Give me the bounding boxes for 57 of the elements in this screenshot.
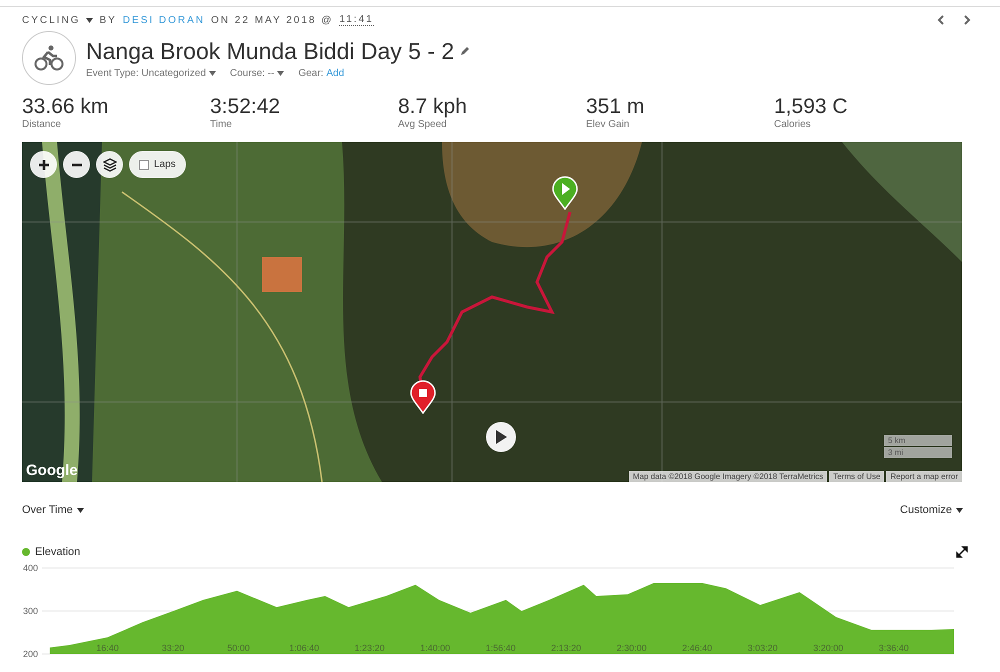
stat-value: 351 m bbox=[586, 95, 646, 119]
byline-text: BY bbox=[99, 14, 117, 26]
axis-tick-label: 300 bbox=[22, 606, 38, 616]
play-icon bbox=[495, 430, 507, 444]
gear-label: Gear: bbox=[298, 68, 324, 78]
course-dropdown[interactable]: Course: -- bbox=[230, 68, 284, 78]
map-link[interactable]: Terms of Use bbox=[829, 471, 884, 482]
axis-tick-label: 2:46:40 bbox=[682, 643, 712, 653]
plus-icon bbox=[38, 158, 50, 170]
activity-type: CYCLING bbox=[22, 14, 80, 26]
axis-tick-label: 200 bbox=[22, 649, 38, 659]
axis-tick-label: 1:06:40 bbox=[289, 643, 320, 653]
stat-value: 3:52:42 bbox=[210, 95, 282, 119]
over-time-dropdown[interactable]: Over Time bbox=[22, 504, 84, 516]
axis-tick-label: 33:20 bbox=[162, 643, 184, 653]
expand-icon[interactable] bbox=[956, 546, 968, 558]
axis-tick-label: 2:13:20 bbox=[551, 643, 582, 653]
layers-icon bbox=[102, 158, 116, 172]
activity-title: Nanga Brook Munda Biddi Day 5 - 2 bbox=[86, 38, 454, 64]
stat-value: 33.66 km bbox=[22, 95, 110, 119]
scale-label: 3 mi bbox=[884, 447, 952, 458]
time-text: 11:41 bbox=[339, 14, 374, 26]
caret-icon bbox=[277, 70, 284, 76]
caret-icon bbox=[956, 508, 963, 512]
caret-icon bbox=[86, 18, 94, 22]
stat-value: 8.7 kph bbox=[398, 95, 468, 119]
author-link[interactable]: DESI DORAN bbox=[122, 14, 206, 26]
stat-value: 1,593 C bbox=[774, 95, 849, 119]
axis-tick-label: 3:20:00 bbox=[813, 643, 844, 653]
customize-dropdown[interactable]: Customize bbox=[900, 504, 963, 516]
axis-tick-label: 3:36:40 bbox=[878, 643, 909, 653]
byline-text: ON 22 MAY 2018 @ bbox=[211, 14, 334, 26]
stat-label: Calories bbox=[774, 119, 812, 130]
axis-tick-label: 3:03:20 bbox=[748, 643, 778, 653]
stat-label: Time bbox=[210, 119, 233, 130]
axis-tick-label: 400 bbox=[22, 563, 38, 573]
caret-icon bbox=[76, 508, 84, 512]
axis-tick-label: 50:00 bbox=[227, 643, 250, 653]
caret-icon bbox=[208, 70, 216, 76]
event-type-dropdown[interactable]: Event Type: Uncategorized bbox=[86, 68, 216, 78]
map-logo: Google bbox=[26, 462, 78, 479]
add-gear-link[interactable]: Add bbox=[326, 68, 344, 78]
cyclist-icon bbox=[22, 31, 76, 85]
stat-label: Avg Speed bbox=[398, 119, 448, 130]
laps-checkbox[interactable]: Laps bbox=[129, 151, 186, 178]
axis-tick-label: 2:30:00 bbox=[616, 643, 647, 653]
axis-tick-label: 1:56:40 bbox=[486, 643, 516, 653]
axis-tick-label: 1:40:00 bbox=[420, 643, 450, 653]
pencil-icon[interactable] bbox=[460, 46, 470, 56]
scale-label: 5 km bbox=[884, 435, 952, 446]
axis-tick-label: 16:40 bbox=[96, 643, 119, 653]
axis-tick-label: 1:23:20 bbox=[354, 643, 385, 653]
stat-label: Distance bbox=[22, 119, 62, 130]
stat-label: Elev Gain bbox=[586, 119, 630, 130]
map-link[interactable]: Report a map error bbox=[886, 471, 962, 482]
map-attribution: Map data ©2018 Google Imagery ©2018 TerraMetrics bbox=[628, 471, 828, 482]
legend-label: Elevation bbox=[35, 546, 80, 558]
